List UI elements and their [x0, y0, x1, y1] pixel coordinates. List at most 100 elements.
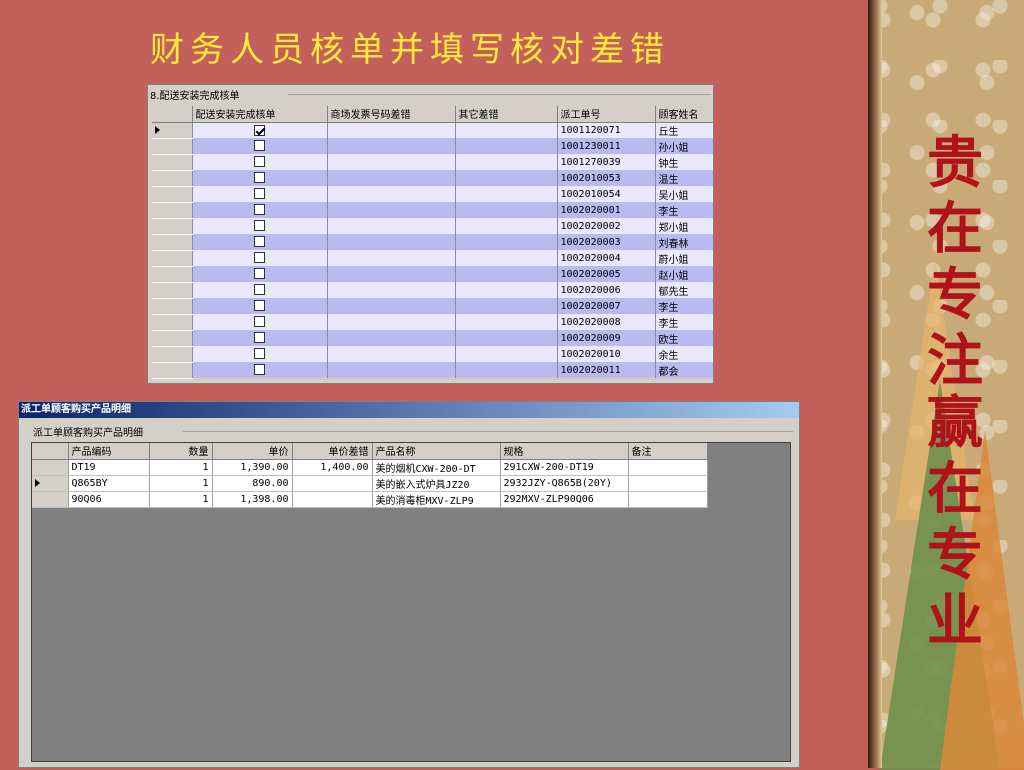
invoice-error-cell[interactable]: [327, 186, 456, 202]
product-code-cell[interactable]: 90Q06: [68, 491, 150, 508]
column-header-invoice-error[interactable]: 商场发票号码差错: [327, 106, 456, 123]
table-row[interactable]: 1002020007 李生: [152, 298, 713, 315]
install-complete-cell[interactable]: [192, 154, 328, 170]
install-complete-checkbox[interactable]: [254, 300, 265, 312]
table-row[interactable]: 1002020003 刘春林: [152, 234, 713, 251]
install-complete-checkbox[interactable]: [254, 364, 265, 376]
install-complete-cell[interactable]: [192, 122, 328, 138]
install-complete-checkbox[interactable]: [254, 220, 265, 232]
column-header-install-complete[interactable]: 配送安装完成核单: [192, 106, 328, 123]
price-error-cell[interactable]: 1,400.00: [292, 459, 373, 476]
column-header-customer-name[interactable]: 顾客姓名: [655, 106, 713, 123]
column-header-price-error[interactable]: 单价差错: [292, 443, 373, 460]
install-complete-checkbox[interactable]: [254, 188, 265, 200]
install-complete-checkbox[interactable]: [254, 204, 265, 216]
install-complete-cell[interactable]: [192, 202, 328, 218]
table-row[interactable]: DT19 1 1,390.00 1,400.00 美的烟机CXW-200-DT 291CX…: [32, 459, 708, 476]
install-complete-cell[interactable]: [192, 330, 328, 346]
other-error-cell[interactable]: [455, 202, 558, 218]
install-complete-cell[interactable]: [192, 170, 328, 186]
quantity-cell[interactable]: 1: [149, 459, 213, 476]
install-complete-cell[interactable]: [192, 218, 328, 234]
invoice-error-cell[interactable]: [327, 282, 456, 298]
install-complete-cell[interactable]: [192, 362, 328, 378]
column-header-other-error[interactable]: 其它差错: [455, 106, 558, 123]
row-selector[interactable]: [32, 491, 69, 508]
install-complete-checkbox[interactable]: [254, 316, 265, 328]
install-complete-cell[interactable]: [192, 266, 328, 282]
specification-cell[interactable]: 2932JZY-Q865B(20Y): [500, 475, 629, 492]
unit-price-cell[interactable]: 1,390.00: [212, 459, 293, 476]
quantity-cell[interactable]: 1: [149, 475, 213, 492]
install-complete-cell[interactable]: [192, 234, 328, 250]
install-complete-checkbox[interactable]: [254, 140, 265, 152]
invoice-error-cell[interactable]: [327, 266, 456, 282]
other-error-cell[interactable]: [455, 282, 558, 298]
row-selector[interactable]: [152, 266, 193, 283]
install-complete-checkbox[interactable]: [254, 172, 265, 184]
unit-price-cell[interactable]: 1,398.00: [212, 491, 293, 508]
row-selector[interactable]: [152, 138, 193, 155]
other-error-cell[interactable]: [455, 266, 558, 282]
install-complete-cell[interactable]: [192, 298, 328, 314]
invoice-error-cell[interactable]: [327, 250, 456, 266]
row-selector[interactable]: [152, 170, 193, 187]
other-error-cell[interactable]: [455, 314, 558, 330]
table-row[interactable]: 1002020001 李生: [152, 202, 713, 219]
remarks-cell[interactable]: [628, 491, 708, 508]
invoice-error-cell[interactable]: [327, 298, 456, 314]
price-error-cell[interactable]: [292, 475, 373, 492]
invoice-error-cell[interactable]: [327, 314, 456, 330]
table-row[interactable]: 1002020005 赵小姐: [152, 266, 713, 283]
install-complete-checkbox[interactable]: [254, 156, 265, 168]
row-selector[interactable]: [152, 202, 193, 219]
table-row[interactable]: 1002020009 欧生: [152, 330, 713, 347]
table-row[interactable]: 1001230011 孙小姐: [152, 138, 713, 155]
row-selector[interactable]: [152, 362, 193, 379]
other-error-cell[interactable]: [455, 250, 558, 266]
table-row[interactable]: 1002020010 余生: [152, 346, 713, 363]
table-row[interactable]: 90Q06 1 1,398.00 美的消毒柜MXV-ZLP9 292MXV-ZLP90Q…: [32, 491, 708, 508]
table-row[interactable]: 1001120071 丘生: [152, 122, 713, 139]
product-name-cell[interactable]: 美的消毒柜MXV-ZLP9: [372, 491, 501, 508]
install-complete-checkbox[interactable]: [254, 236, 265, 248]
install-complete-checkbox[interactable]: [254, 348, 265, 360]
row-selector[interactable]: [152, 314, 193, 331]
invoice-error-cell[interactable]: [327, 362, 456, 378]
install-complete-cell[interactable]: [192, 282, 328, 298]
other-error-cell[interactable]: [455, 186, 558, 202]
quantity-cell[interactable]: 1: [149, 491, 213, 508]
install-complete-cell[interactable]: [192, 186, 328, 202]
other-error-cell[interactable]: [455, 362, 558, 378]
install-complete-checkbox[interactable]: [254, 268, 265, 280]
invoice-error-cell[interactable]: [327, 234, 456, 250]
specification-cell[interactable]: 291CXW-200-DT19: [500, 459, 629, 476]
install-complete-checkbox[interactable]: [254, 124, 265, 136]
column-header-specification[interactable]: 规格: [500, 443, 629, 460]
other-error-cell[interactable]: [455, 154, 558, 170]
row-selector[interactable]: [32, 475, 69, 492]
table-row[interactable]: 1001270039 钟生: [152, 154, 713, 171]
column-header-remarks[interactable]: 备注: [628, 443, 708, 460]
remarks-cell[interactable]: [628, 475, 708, 492]
row-selector[interactable]: [152, 346, 193, 363]
invoice-error-cell[interactable]: [327, 122, 456, 138]
other-error-cell[interactable]: [455, 234, 558, 250]
product-name-cell[interactable]: 美的烟机CXW-200-DT: [372, 459, 501, 476]
product-code-cell[interactable]: DT19: [68, 459, 150, 476]
table-row[interactable]: 1002020011 都会: [152, 362, 713, 379]
invoice-error-cell[interactable]: [327, 346, 456, 362]
unit-price-cell[interactable]: 890.00: [212, 475, 293, 492]
table-row[interactable]: 1002010054 吴小姐: [152, 186, 713, 203]
invoice-error-cell[interactable]: [327, 138, 456, 154]
column-header-unit-price[interactable]: 单价: [212, 443, 293, 460]
row-selector[interactable]: [152, 330, 193, 347]
row-selector[interactable]: [152, 298, 193, 315]
other-error-cell[interactable]: [455, 346, 558, 362]
install-complete-cell[interactable]: [192, 138, 328, 154]
install-complete-checkbox[interactable]: [254, 332, 265, 344]
invoice-error-cell[interactable]: [327, 202, 456, 218]
install-complete-checkbox[interactable]: [254, 284, 265, 296]
table-row[interactable]: 1002020004 蔚小姐: [152, 250, 713, 267]
table-row[interactable]: 1002020006 郁先生: [152, 282, 713, 299]
